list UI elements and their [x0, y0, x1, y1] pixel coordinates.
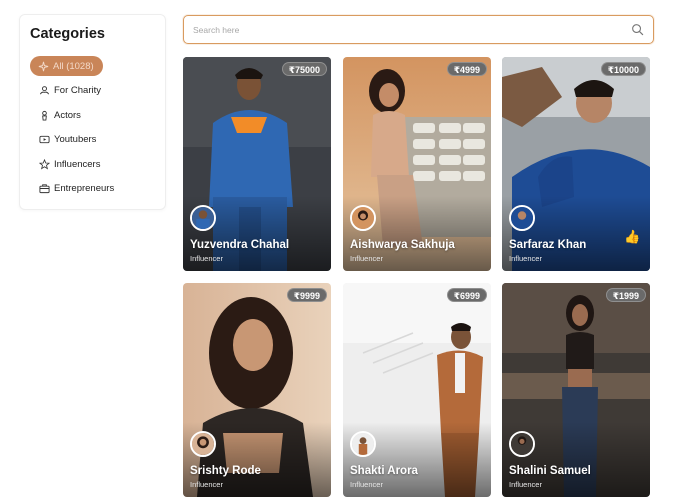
influencer-card[interactable]: ₹4999 Aishwarya Sakhuja Influencer [343, 57, 491, 271]
search-input[interactable] [193, 22, 613, 38]
influencer-role: Influencer [350, 254, 383, 263]
category-label: Influencers [54, 158, 101, 170]
star-icon [38, 158, 50, 170]
briefcase-icon [38, 183, 50, 195]
category-influencers[interactable]: Influencers [30, 154, 160, 174]
avatar [350, 431, 376, 457]
influencer-role: Influencer [190, 480, 223, 489]
influencer-name: Srishty Rode [190, 465, 261, 477]
influencer-name: Shakti Arora [350, 465, 418, 477]
category-entrepreneurs[interactable]: Entrepreneurs [30, 179, 160, 199]
price-badge: ₹6999 [446, 288, 487, 302]
influencer-card[interactable]: ₹1999 Shalini Samuel Influencer [502, 283, 650, 497]
avatar [190, 431, 216, 457]
sparkle-icon [37, 60, 49, 72]
category-label: Entrepreneurs [54, 183, 115, 194]
influencer-name: Sarfaraz Khan [509, 239, 587, 251]
influencer-name: Shalini Samuel [509, 465, 591, 477]
avatar [350, 205, 376, 231]
influencer-role: Influencer [190, 254, 223, 263]
category-for-charity[interactable]: For Charity [30, 81, 160, 101]
influencer-name: Aishwarya Sakhuja [350, 239, 455, 251]
category-youtubers[interactable]: Youtubers [30, 130, 160, 150]
influencer-card[interactable]: ₹6999 Shakti Arora Influencer [343, 283, 491, 497]
category-label: All (1028) [53, 60, 94, 72]
category-actors[interactable]: Actors [30, 105, 160, 125]
influencer-role: Influencer [350, 480, 383, 489]
search-icon[interactable] [631, 23, 644, 36]
influencer-role: Influencer [509, 254, 542, 263]
avatar [509, 205, 535, 231]
influencer-card[interactable]: ₹9999 Srishty Rode Influencer [183, 283, 331, 497]
search-bar [183, 15, 654, 44]
influencer-card[interactable]: ₹10000 👍 Sarfaraz Khan Influencer [502, 57, 650, 271]
price-badge: ₹4999 [446, 62, 487, 76]
category-label: Youtubers [54, 134, 97, 145]
price-badge: ₹9999 [286, 288, 327, 302]
thumbs-up-icon: 👍 [624, 229, 641, 244]
charity-icon [38, 85, 50, 97]
avatar [190, 205, 216, 231]
category-label: For Charity [54, 85, 101, 96]
price-badge: ₹75000 [281, 62, 327, 76]
avatar [509, 431, 535, 457]
price-badge: ₹10000 [600, 62, 646, 76]
price-badge: ₹1999 [605, 288, 646, 302]
actor-icon [38, 109, 50, 121]
influencer-name: Yuzvendra Chahal [190, 239, 290, 251]
youtube-icon [38, 134, 50, 146]
influencer-card[interactable]: ₹75000 Yuzvendra Chahal Influencer [183, 57, 331, 271]
category-label: Actors [54, 109, 81, 121]
influencer-role: Influencer [509, 480, 542, 489]
category-all[interactable]: All (1028) [30, 56, 103, 76]
categories-title: Categories [30, 26, 105, 42]
categories-panel: Categories All (1028) For Charity Actors… [19, 14, 166, 210]
category-list: All (1028) For Charity Actors Youtubers … [30, 56, 160, 203]
